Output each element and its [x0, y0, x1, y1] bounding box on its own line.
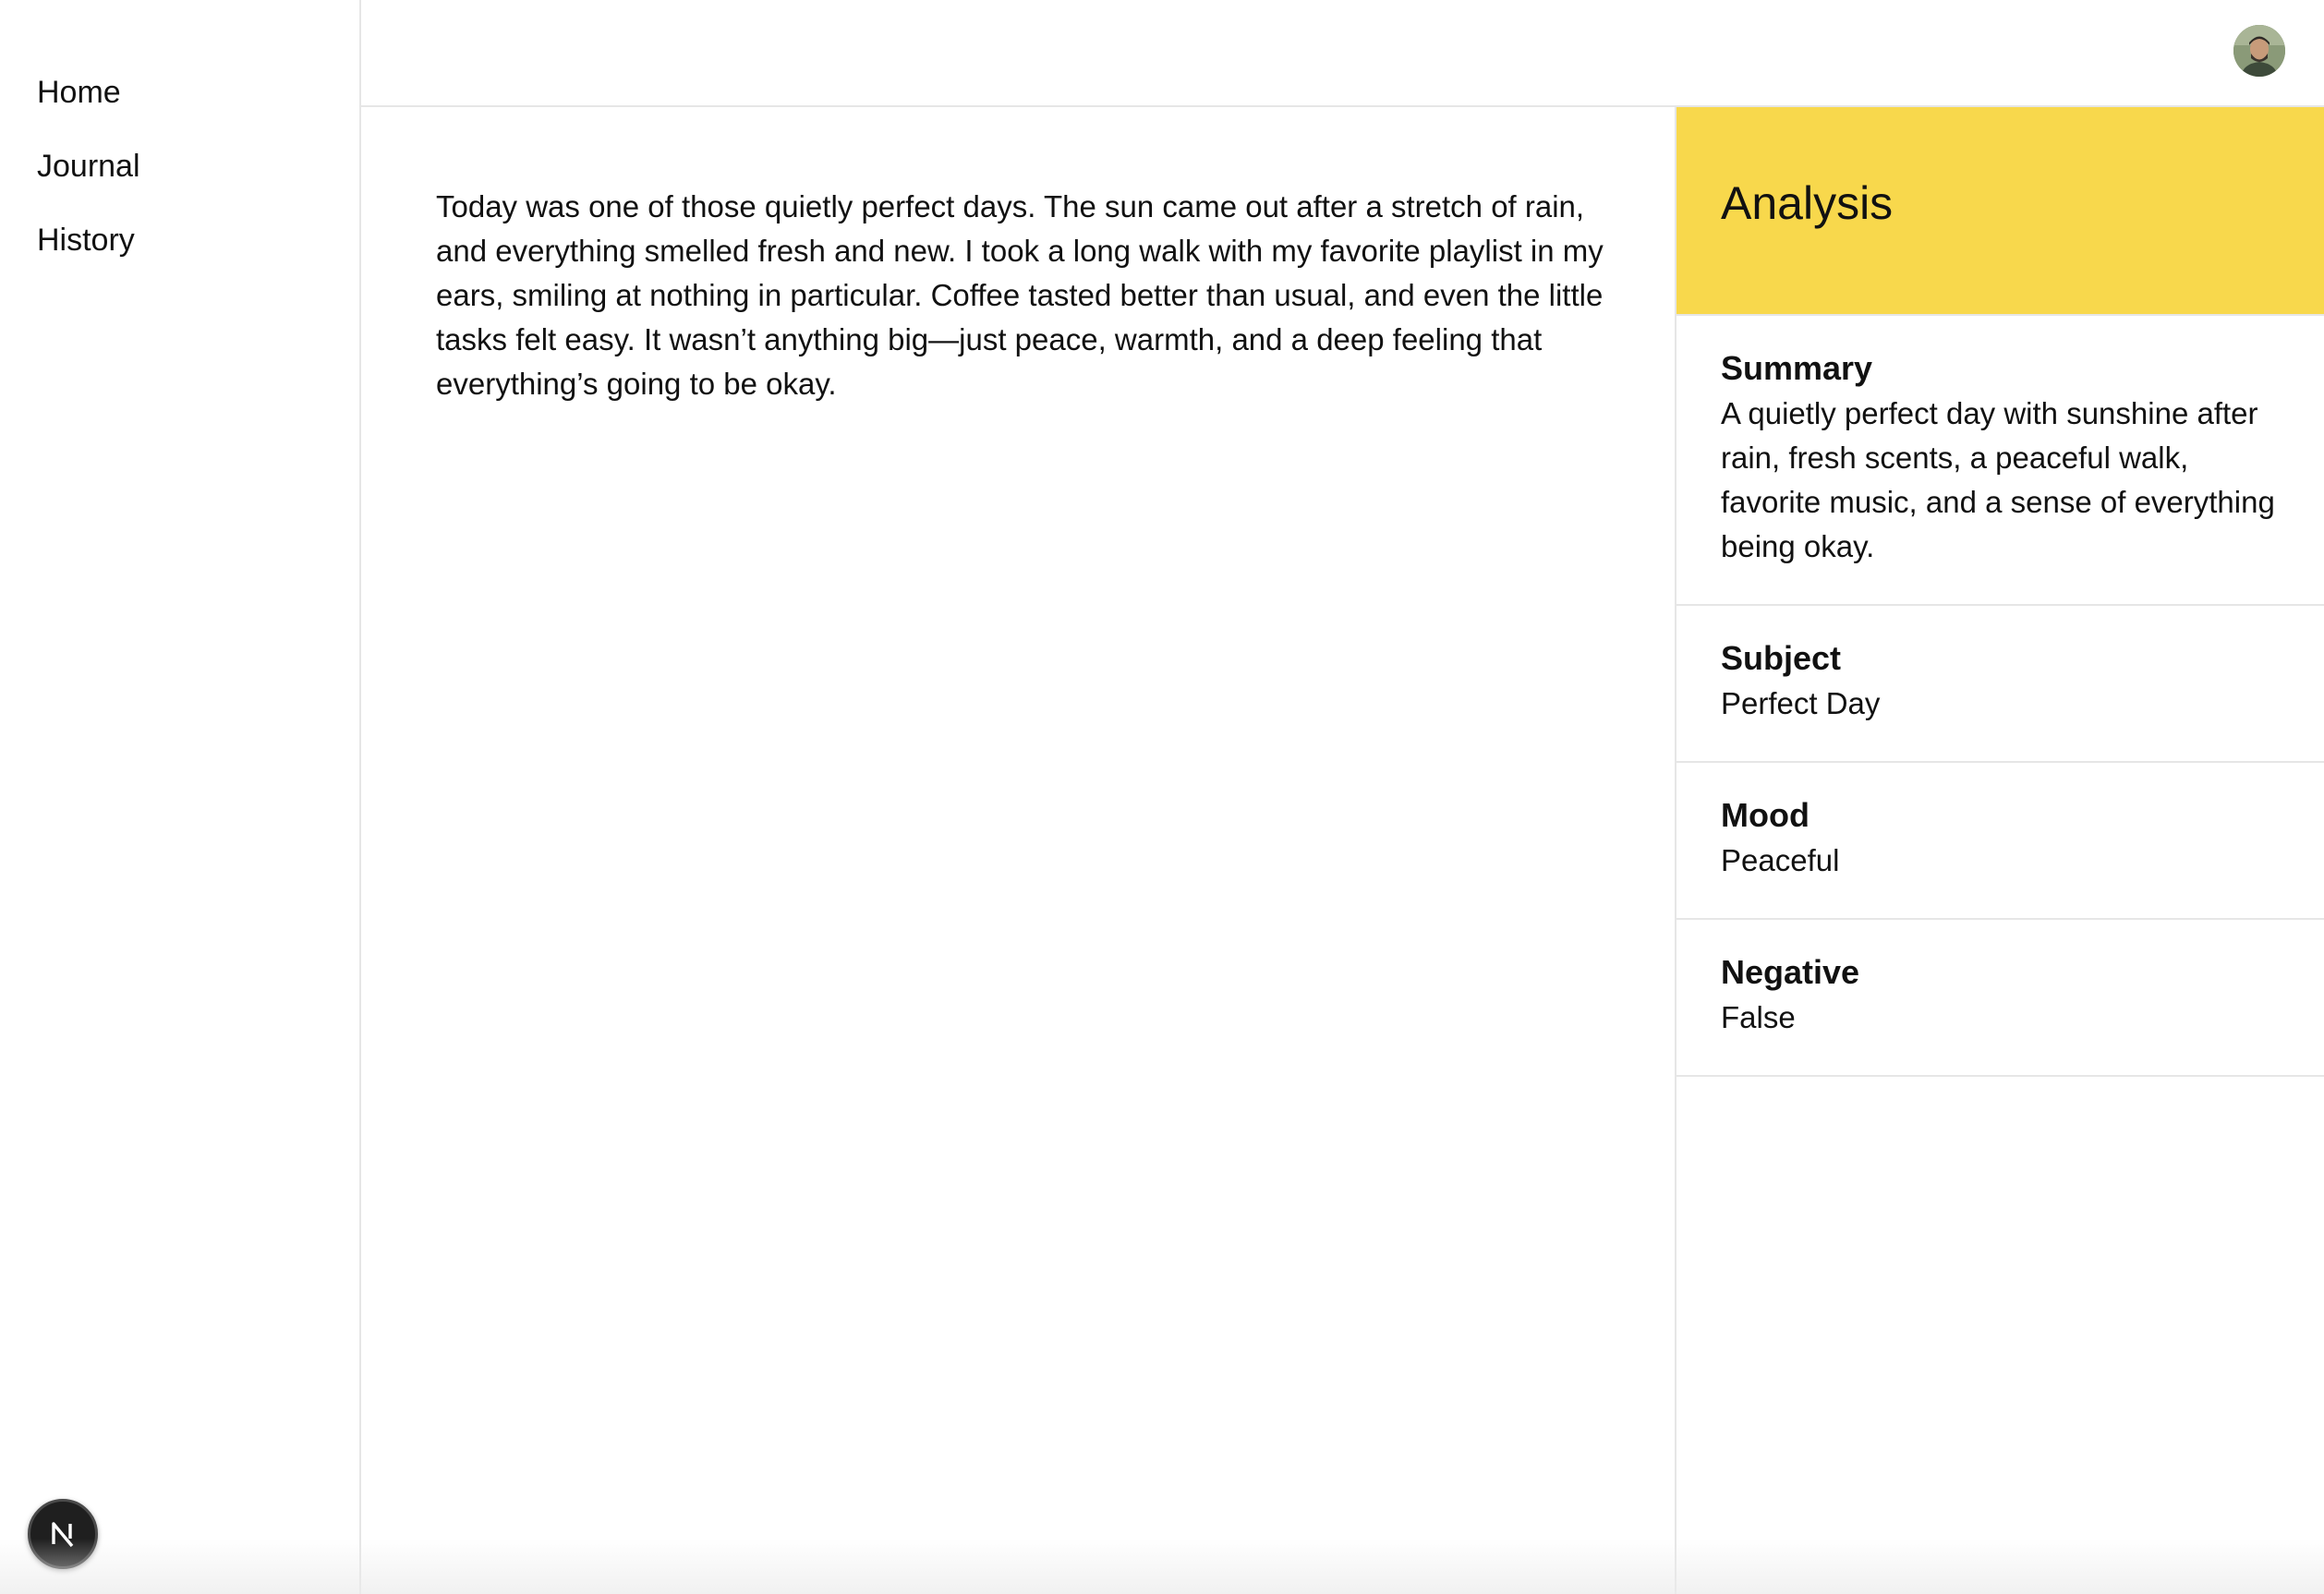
n-logo-glyph	[52, 1522, 74, 1548]
analysis-value: Peaceful	[1721, 843, 1840, 877]
journal-editor[interactable]: Today was one of those quietly perfect d…	[361, 107, 1675, 1594]
top-bar	[361, 0, 2324, 107]
analysis-value: Perfect Day	[1721, 686, 1881, 720]
sidebar: Home Journal History	[0, 0, 361, 1594]
analysis-item-summary: Summary A quietly perfect day with sunsh…	[1676, 316, 2324, 606]
sidebar-item-history[interactable]: History	[37, 218, 140, 292]
analysis-header: Analysis	[1676, 107, 2324, 316]
avatar-icon	[2233, 25, 2285, 77]
analysis-item-subject: Subject Perfect Day	[1676, 606, 2324, 763]
analysis-item-negative: Negative False	[1676, 920, 2324, 1077]
analysis-item-mood: Mood Peaceful	[1676, 763, 2324, 920]
analysis-value: A quietly perfect day with sunshine afte…	[1721, 396, 2275, 563]
nextjs-logo-icon[interactable]	[28, 1499, 98, 1569]
sidebar-item-home[interactable]: Home	[37, 70, 140, 144]
analysis-panel: Analysis Summary A quietly perfect day w…	[1675, 107, 2324, 1594]
analysis-list: Summary A quietly perfect day with sunsh…	[1676, 316, 2324, 1077]
app-root: Home Journal History Today was one of th…	[0, 0, 2324, 1594]
user-avatar[interactable]	[2233, 25, 2285, 77]
analysis-label: Mood	[1721, 796, 1810, 834]
sidebar-nav: Home Journal History	[37, 70, 140, 292]
sidebar-item-journal[interactable]: Journal	[37, 144, 140, 218]
analysis-label: Summary	[1721, 349, 1873, 387]
analysis-title: Analysis	[1721, 177, 1894, 229]
analysis-label: Negative	[1721, 953, 1860, 991]
analysis-value: False	[1721, 1000, 1796, 1034]
journal-entry-text[interactable]: Today was one of those quietly perfect d…	[436, 185, 1628, 406]
analysis-label: Subject	[1721, 639, 1842, 677]
